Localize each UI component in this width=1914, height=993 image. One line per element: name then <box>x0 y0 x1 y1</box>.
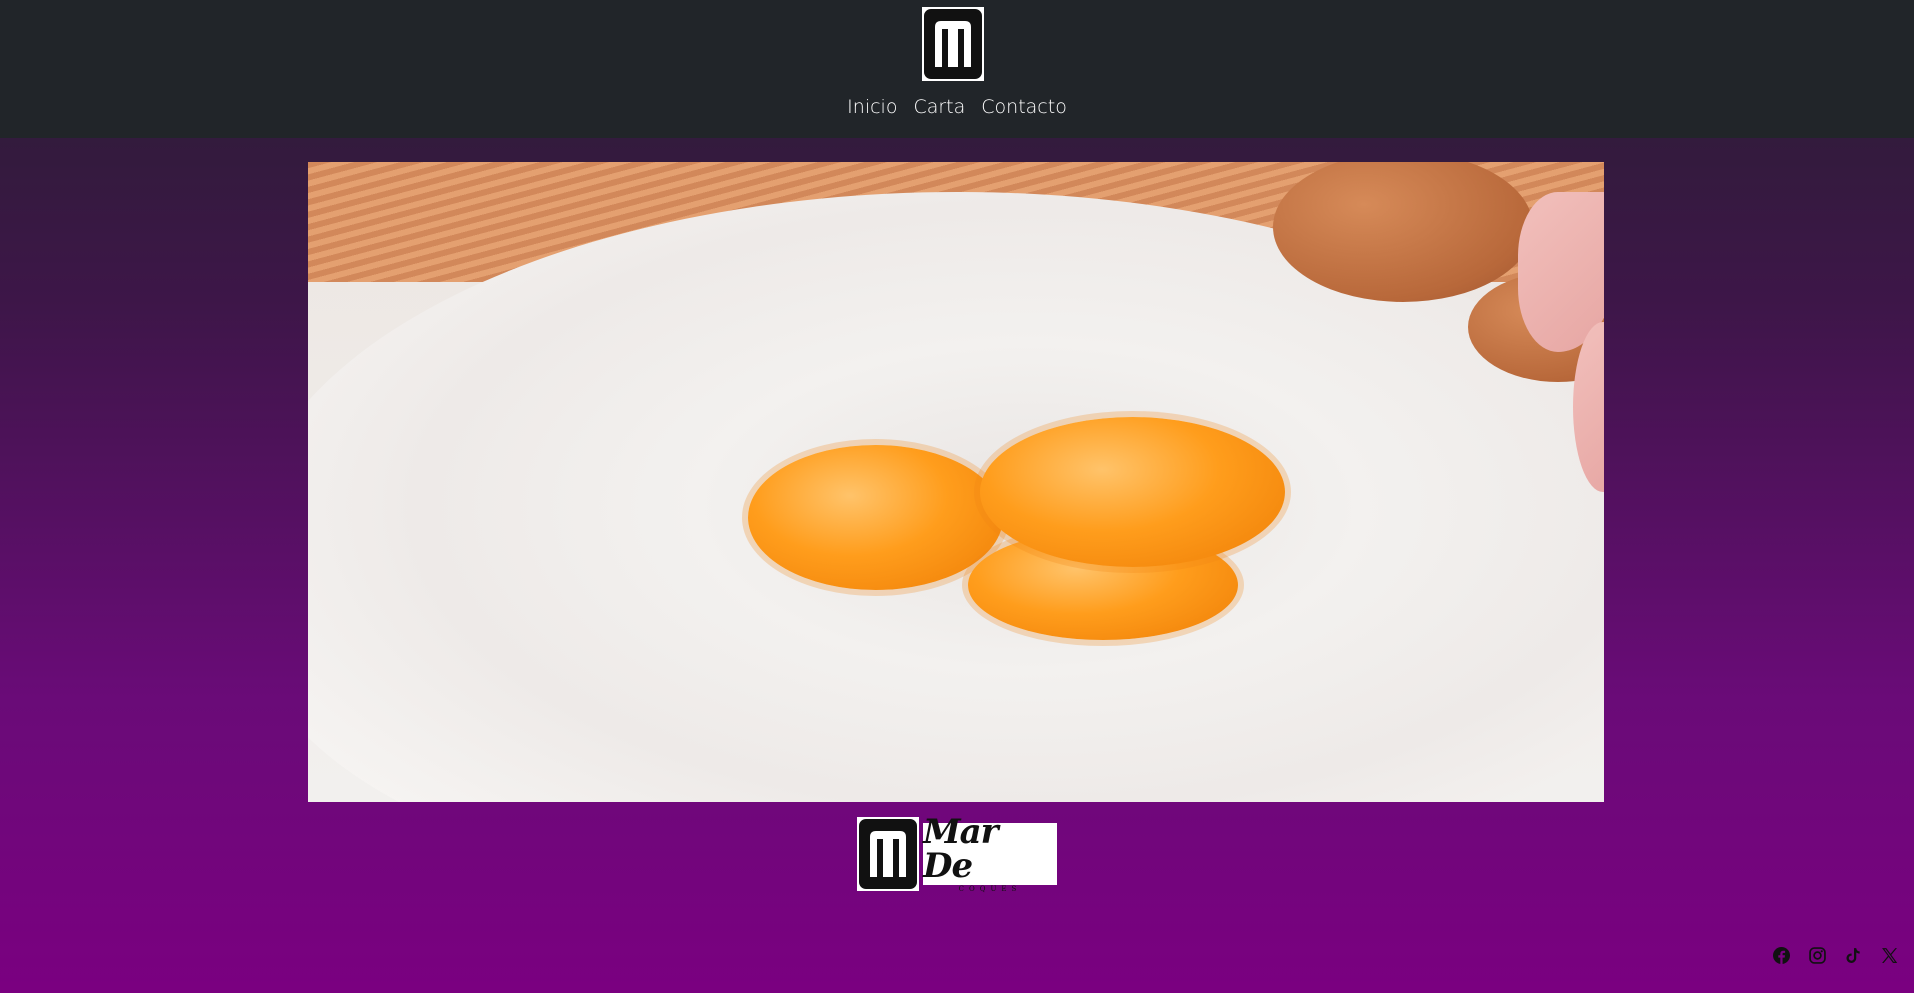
social-links <box>1772 946 1898 964</box>
brand-sub: COQUES <box>958 885 1022 893</box>
nav-carta[interactable]: Carta <box>913 96 965 118</box>
nav-inicio[interactable]: Inicio <box>847 96 897 118</box>
x-icon[interactable] <box>1880 946 1898 964</box>
footer-logos: Mar De COQUES <box>857 815 1057 893</box>
m-logo-icon <box>859 819 917 889</box>
header-logo[interactable] <box>922 7 984 81</box>
facebook-icon[interactable] <box>1772 946 1790 964</box>
egg-yolk <box>748 445 1003 590</box>
tiktok-icon[interactable] <box>1844 946 1862 964</box>
nav-contacto[interactable]: Contacto <box>981 96 1067 118</box>
hero-image <box>308 162 1604 802</box>
main-nav: Inicio Carta Contacto <box>0 96 1914 118</box>
m-logo-icon <box>924 9 982 79</box>
footer-logo <box>857 817 919 891</box>
egg-yolk <box>980 417 1285 567</box>
brand-logo: Mar De COQUES <box>923 815 1057 893</box>
site-header: Inicio Carta Contacto <box>0 0 1914 138</box>
brand-name: Mar De <box>923 812 999 886</box>
instagram-icon[interactable] <box>1808 946 1826 964</box>
